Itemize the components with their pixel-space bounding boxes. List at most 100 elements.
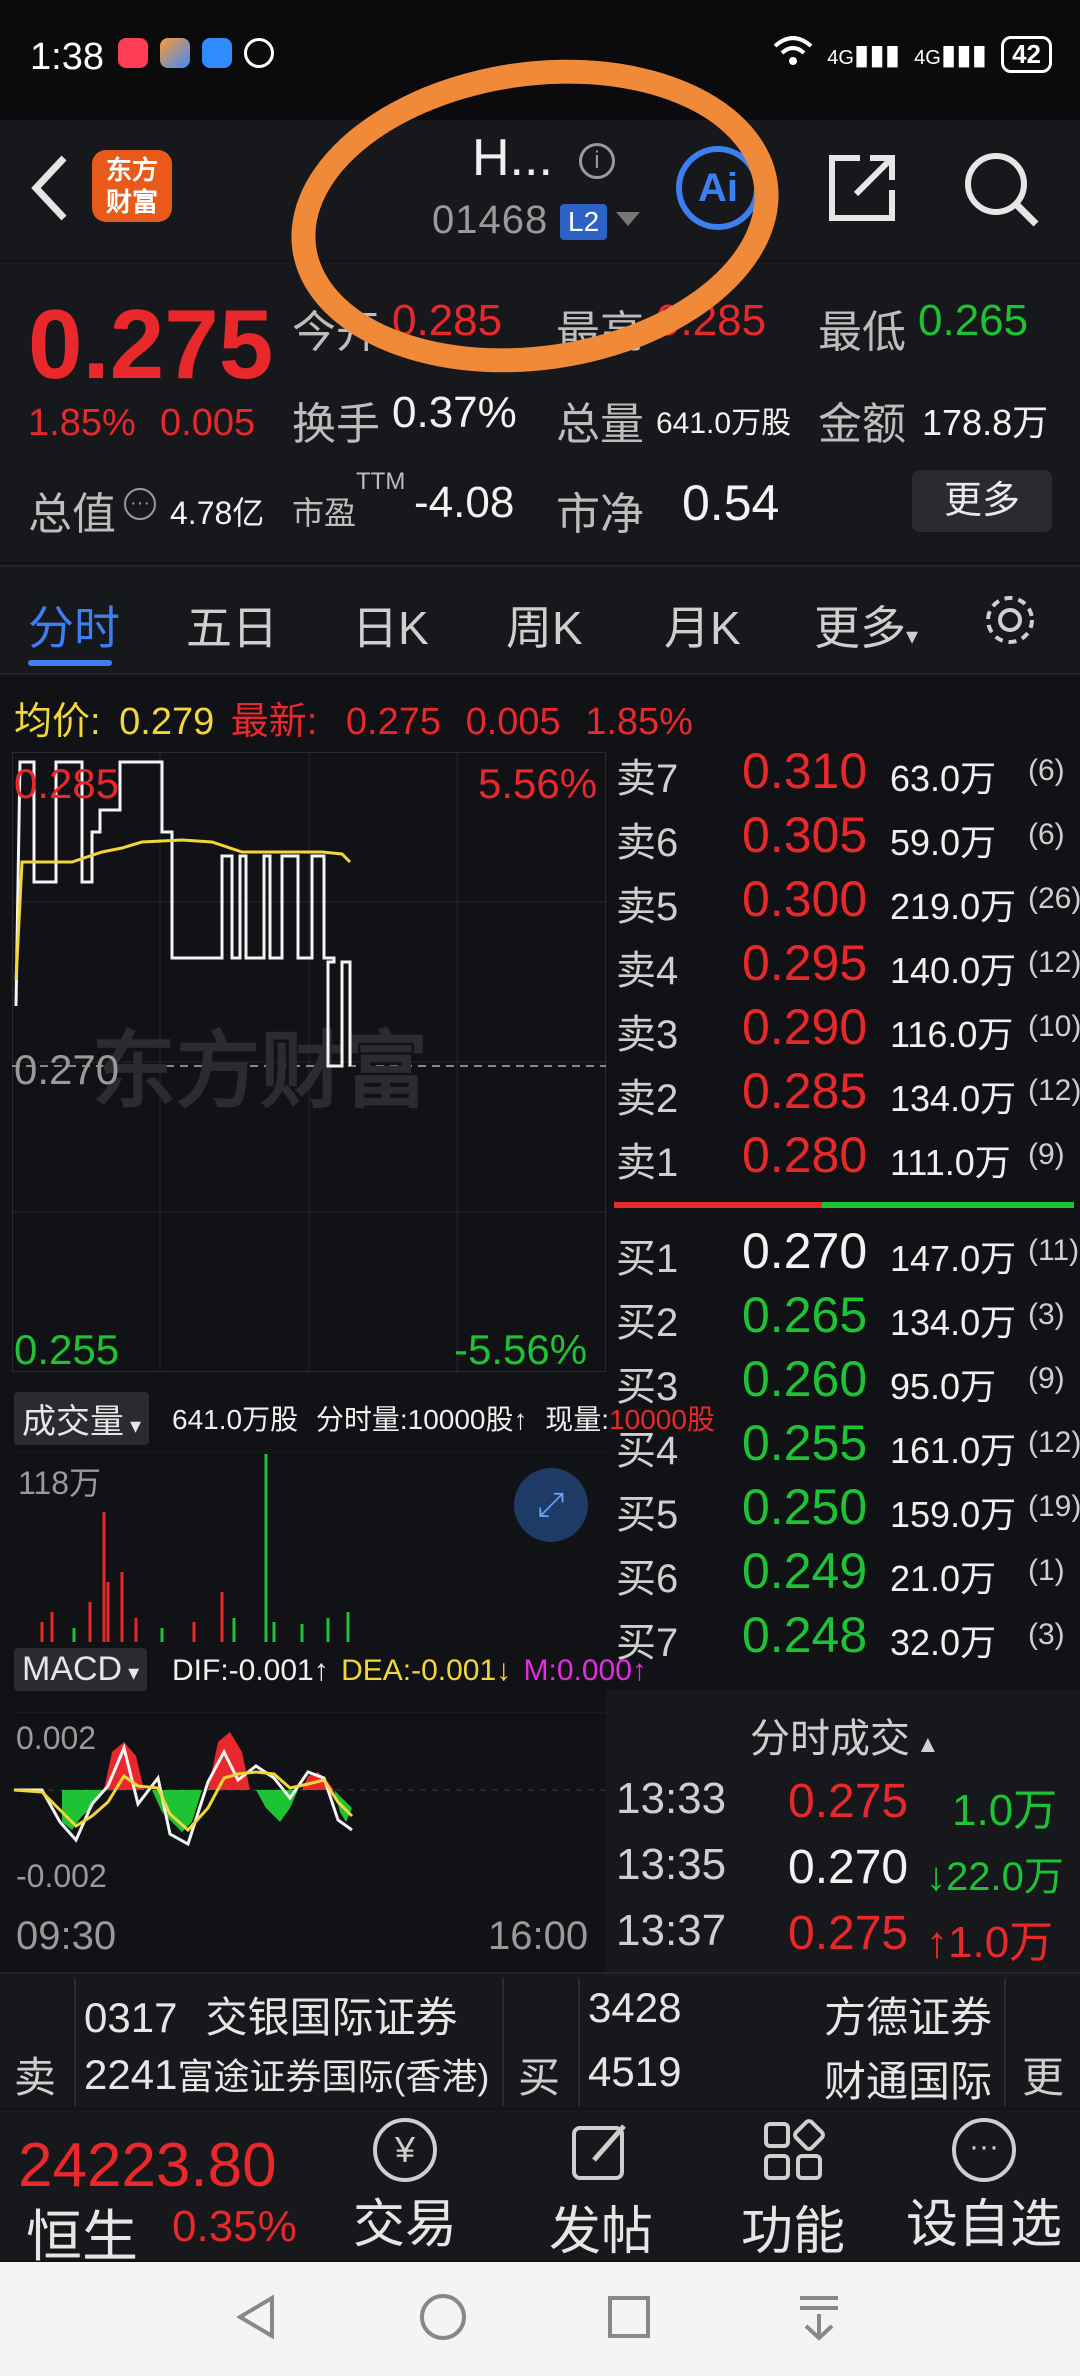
more-quote-button[interactable]: 更多 — [912, 470, 1052, 532]
avg-price-bar: 均价: 0.279 最新: 0.275 0.005 1.85% — [14, 701, 693, 743]
chevron-up-icon: ▲ — [916, 1731, 940, 1758]
trade-button[interactable]: ¥ 交易 — [340, 2114, 470, 2254]
change-amount: 0.005 — [160, 402, 256, 444]
app-logo: 东方财富 — [92, 150, 172, 222]
current-price: 0.275 — [28, 289, 274, 399]
app-notification-icon — [202, 38, 232, 68]
ask-row[interactable]: 卖7 0.310 63.0万 (6) — [612, 743, 1080, 810]
index-value: 24223.80 — [18, 2131, 277, 2200]
share-button[interactable] — [820, 146, 904, 235]
more-circle-icon: ··· — [952, 2118, 1016, 2182]
turnover-label: 换手 — [292, 400, 380, 449]
home-circle-icon — [420, 2294, 466, 2340]
mktcap-value: 4.78亿 — [170, 495, 265, 531]
status-time: 1:38 — [30, 36, 104, 78]
index-pct: 0.35% — [172, 2202, 297, 2251]
triangle-back-icon — [236, 2294, 274, 2340]
search-icon — [965, 153, 1039, 227]
amount-label: 金额 — [818, 400, 906, 449]
yen-icon: ¥ — [373, 2118, 437, 2182]
pe-ttm: TTM — [356, 468, 406, 495]
add-watchlist-button[interactable]: ··· 设自选 — [896, 2114, 1072, 2254]
low-value: 0.265 — [918, 296, 1029, 345]
back-arrow-icon — [31, 155, 67, 221]
broker-sell-label: 卖 — [14, 2054, 57, 2101]
broker-item: 3428 — [588, 1984, 682, 2031]
macd-values: DIF:-0.001↑ DEA:-0.001↓ M:0.000↑ — [172, 1654, 647, 1687]
ask-row[interactable]: 卖4 0.295 140.0万 (12) — [612, 935, 1080, 1002]
macd-top: 0.002 — [16, 1720, 97, 1756]
broker-item: 0317 交银国际证券 — [84, 1994, 458, 2041]
broker-item: 财通国际 — [823, 2058, 992, 2105]
macd-selector[interactable]: MACD ▾ — [14, 1648, 148, 1691]
ask-row[interactable]: 卖3 0.290 116.0万 (10) — [612, 999, 1080, 1066]
expand-icon[interactable]: ⤢ — [514, 1468, 588, 1542]
wifi-icon — [773, 36, 813, 73]
more-dots-icon[interactable]: ··· — [124, 488, 156, 520]
low-label: 最低 — [818, 308, 906, 357]
chart-bottom-price: 0.255 — [14, 1326, 120, 1373]
recents-square-icon — [608, 2296, 650, 2338]
tab-intraday[interactable]: 分时 — [28, 592, 120, 658]
nav-home-button[interactable] — [418, 2292, 468, 2347]
speed-icon — [244, 38, 274, 68]
search-button[interactable] — [958, 146, 1042, 235]
function-button[interactable]: 功能 — [728, 2114, 858, 2261]
broker-item: 4519 — [588, 2048, 682, 2095]
tab-weekly-k[interactable]: 周K — [506, 592, 583, 658]
down-arrow-icon — [800, 2296, 838, 2341]
chevron-down-icon: ▾ — [906, 623, 919, 650]
time-start: 09:30 — [16, 1914, 117, 1958]
bid-row[interactable]: 买5 0.250 159.0万 (19) — [612, 1479, 1080, 1546]
ask-row[interactable]: 卖1 0.280 111.0万 (9) — [612, 1127, 1080, 1194]
broker-buy-list[interactable]: 3428 方德证券 4519 财通国际 — [578, 1978, 1006, 2106]
volume-value: 641.0万股 — [656, 407, 792, 440]
mktcap-label: 总值 — [28, 490, 116, 539]
change-percent: 1.85% — [28, 402, 136, 444]
chevron-down-icon: ▾ — [128, 1660, 140, 1685]
chart-bottom-pct: -5.56% — [454, 1326, 588, 1373]
tab-monthly-k[interactable]: 月K — [664, 592, 741, 658]
settings-button[interactable] — [980, 590, 1040, 655]
volume-selector[interactable]: 成交量 ▾ — [14, 1392, 150, 1445]
ask-row[interactable]: 卖6 0.305 59.0万 (6) — [612, 807, 1080, 874]
signal-icon: 4G▮▮▮ — [827, 39, 901, 70]
bid-row[interactable]: 买2 0.265 134.0万 (3) — [612, 1287, 1080, 1354]
time-end: 16:00 — [488, 1914, 589, 1958]
broker-buy-label: 买 — [518, 2054, 561, 2101]
edit-icon — [572, 2124, 626, 2180]
post-button[interactable]: 发帖 — [536, 2114, 666, 2261]
tab-daily-k[interactable]: 日K — [352, 592, 429, 658]
status-app-icons — [118, 38, 274, 68]
tab-more[interactable]: 更多▾ — [814, 592, 918, 658]
share-icon — [829, 155, 895, 221]
pe-value: -4.08 — [414, 478, 515, 527]
pe-label: 市盈 — [292, 495, 357, 531]
index-ticker[interactable]: 24223.80 恒生 0.35% — [0, 2110, 320, 2268]
bid-row[interactable]: 买4 0.255 161.0万 (12) — [612, 1415, 1080, 1482]
tab-underline — [28, 660, 112, 666]
broker-more-button[interactable]: 更 — [1022, 2044, 1064, 2105]
bid-row[interactable]: 买6 0.249 21.0万 (1) — [612, 1543, 1080, 1610]
nav-back-button[interactable] — [232, 2292, 282, 2347]
bid-row[interactable]: 买7 0.248 32.0万 (3) — [612, 1607, 1080, 1674]
tick-row: 13:33 0.275 1.0万 — [616, 1774, 1058, 1835]
ticks-title[interactable]: 分时成交 ▲ — [750, 1706, 940, 1764]
ask-row[interactable]: 卖2 0.285 134.0万 (12) — [612, 1063, 1080, 1130]
nav-recents-button[interactable] — [606, 2294, 652, 2345]
back-button[interactable] — [24, 148, 80, 228]
nav-menu-button[interactable] — [796, 2292, 842, 2347]
tick-row: 13:37 0.275 ↑1.0万 — [616, 1906, 1054, 1967]
tab-five-day[interactable]: 五日 — [186, 592, 278, 658]
bid-row[interactable]: 买3 0.260 95.0万 (9) — [612, 1351, 1080, 1418]
ask-strength-bar — [614, 1202, 822, 1208]
signal-icon: 4G▮▮▮ — [914, 39, 988, 70]
broker-sell-list[interactable]: 0317 交银国际证券 2241富途证券国际(香港) — [74, 1978, 504, 2106]
chevron-down-icon: ▾ — [130, 1413, 142, 1438]
chart-watermark: 东方财富 — [92, 1022, 428, 1120]
bid-row[interactable]: 买1 0.270 147.0万 (11) — [612, 1223, 1080, 1290]
ask-row[interactable]: 卖5 0.300 219.0万 (26) — [612, 871, 1080, 938]
volume-chart — [12, 1452, 606, 1642]
app-notification-icon — [118, 38, 148, 68]
index-name: 恒生 — [26, 2205, 138, 2268]
